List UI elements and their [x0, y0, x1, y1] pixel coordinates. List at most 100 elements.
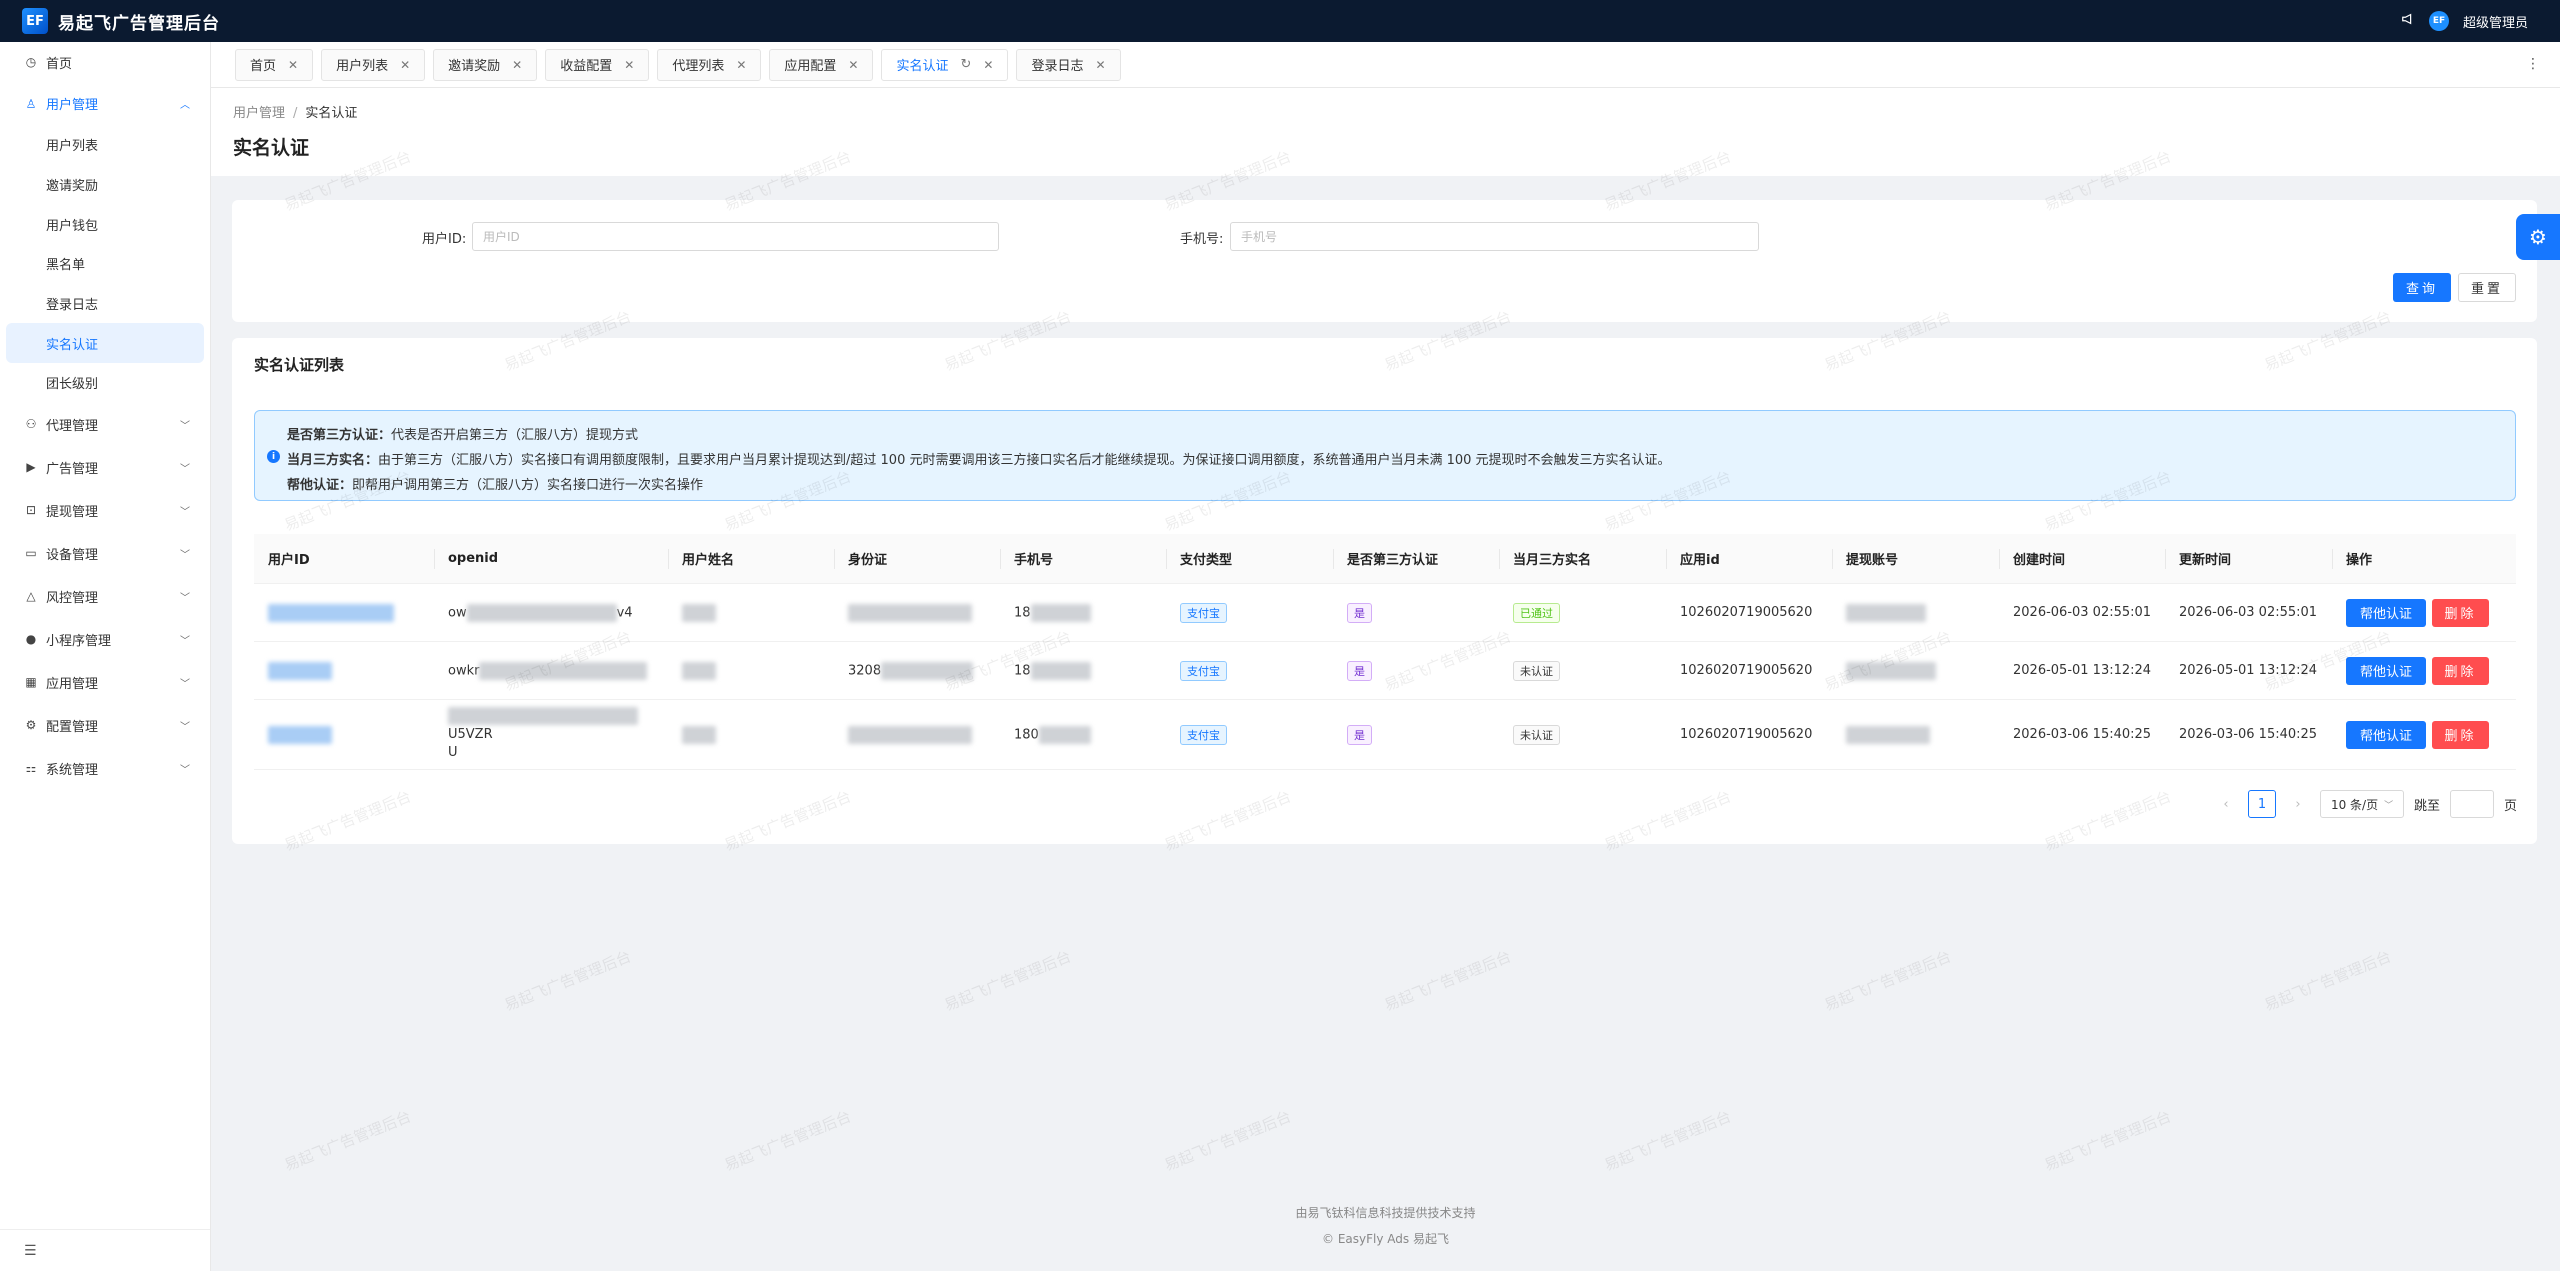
close-icon[interactable]: ✕	[400, 58, 410, 72]
month-status-tag: 未认证	[1513, 660, 1560, 681]
sidebar-item-apps[interactable]: ▦ 应用管理 ﹀	[0, 661, 210, 704]
phone-input[interactable]: 手机号	[1230, 222, 1759, 251]
prev-page-icon[interactable]: ‹	[2214, 797, 2238, 812]
page-suffix: 页	[2503, 798, 2517, 814]
sidebar-item-risk[interactable]: △ 风控管理 ﹀	[0, 575, 210, 618]
chevron-down-icon: ﹀	[180, 420, 190, 432]
third-party-tag: 是	[1347, 602, 1372, 623]
notification-megaphone-icon[interactable]	[2401, 12, 2415, 30]
sidebar-sub-leader-level[interactable]: 团长级别	[0, 363, 210, 403]
user-id-label: 用户ID:	[422, 232, 467, 247]
watermark-text: 易起飞广告管理后台	[501, 947, 634, 1015]
delete-button[interactable]: 删除	[2432, 598, 2489, 627]
user-id-link[interactable]	[268, 725, 332, 744]
close-icon[interactable]: ✕	[736, 58, 746, 72]
user-name[interactable]: 超级管理员	[2463, 12, 2528, 31]
sidebar-item-miniprogram[interactable]: ● 小程序管理 ﹀	[0, 618, 210, 661]
sidebar-item-home[interactable]: ◷ 首页	[0, 42, 210, 82]
close-icon[interactable]: ✕	[288, 58, 298, 72]
watermark-text: 易起飞广告管理后台	[2261, 947, 2394, 1015]
footer-copyright: © EasyFly Ads 易起飞	[1322, 1232, 1449, 1246]
close-icon[interactable]: ✕	[512, 58, 522, 72]
agent-icon: ⚇	[25, 417, 37, 432]
warning-icon: △	[26, 589, 36, 604]
close-icon[interactable]: ✕	[983, 58, 993, 72]
pay-type-tag: 支付宝	[1180, 660, 1227, 681]
sidebar-item-agent[interactable]: ⚇ 代理管理 ﹀	[0, 403, 210, 446]
tab-login-log[interactable]: 登录日志 ✕	[1016, 48, 1121, 81]
page-header: 用户管理 / 实名认证 实名认证	[211, 88, 2560, 176]
tab-bar: 首页 ✕ 用户列表 ✕ 邀请奖励 ✕ 收益配置 ✕ 代理列表 ✕ 应用配置 ✕ 实名认证 ↻ ✕…	[211, 42, 2560, 88]
tab-income-config[interactable]: 收益配置 ✕	[545, 48, 650, 81]
avatar[interactable]: EF	[2428, 11, 2449, 31]
sidebar-item-config[interactable]: ⚙ 配置管理 ﹀	[0, 704, 210, 747]
tab-agent-list[interactable]: 代理列表 ✕	[657, 48, 762, 81]
sidebar-item-user-management[interactable]: ♙ 用户管理 ︿	[0, 82, 210, 125]
tab-real-name-auth[interactable]: 实名认证 ↻ ✕	[881, 48, 1009, 81]
watermark-text: 易起飞广告管理后台	[1381, 947, 1514, 1015]
list-title: 实名认证列表	[254, 356, 345, 374]
close-icon[interactable]: ✕	[1095, 58, 1105, 72]
table-row: U5VZR U 180 支付宝 是 未认证 1026020719005620 20…	[254, 700, 2516, 770]
sidebar-item-ads[interactable]: ▶ 广告管理 ﹀	[0, 446, 210, 489]
more-vertical-icon[interactable]: ⋮	[2526, 56, 2540, 72]
tab-user-list[interactable]: 用户列表 ✕	[321, 48, 426, 81]
help-auth-button[interactable]: 帮他认证	[2346, 656, 2426, 685]
watermark-text: 易起飞广告管理后台	[1601, 1107, 1734, 1175]
page-size-select[interactable]: 10 条/页 ﹀	[2319, 790, 2404, 818]
watermark-text: 易起飞广告管理后台	[1821, 947, 1954, 1015]
jump-label: 跳至	[2413, 798, 2440, 814]
user-id-link[interactable]	[268, 661, 332, 680]
page-number-current[interactable]: 1	[2247, 790, 2276, 818]
refresh-icon[interactable]: ↻	[960, 57, 971, 72]
tab-home[interactable]: 首页 ✕	[235, 48, 314, 81]
wechat-icon: ●	[25, 632, 37, 647]
reset-button[interactable]: 重置	[2458, 273, 2516, 302]
sidebar-sub-user-wallet[interactable]: 用户钱包	[0, 204, 210, 244]
watermark-text: 易起飞广告管理后台	[281, 1107, 414, 1175]
delete-button[interactable]: 删除	[2432, 720, 2489, 749]
collapse-sidebar-icon[interactable]: ☰	[0, 1229, 210, 1271]
query-button[interactable]: 查询	[2393, 273, 2451, 302]
pay-type-tag: 支付宝	[1180, 724, 1227, 745]
chevron-down-icon: ﹀	[180, 549, 190, 561]
chevron-down-icon: ﹀	[180, 635, 190, 647]
next-page-icon[interactable]: ›	[2286, 797, 2310, 812]
jump-page-input[interactable]	[2449, 790, 2494, 818]
close-icon[interactable]: ✕	[624, 58, 634, 72]
sidebar-sub-user-list[interactable]: 用户列表	[0, 125, 210, 165]
chevron-down-icon: ﹀	[180, 764, 190, 776]
search-form: 用户ID: 用户ID 手机号: 手机号 查询 重置	[232, 200, 2537, 322]
sidebar-sub-blacklist[interactable]: 黑名单	[0, 244, 210, 284]
chevron-down-icon: ﹀	[180, 678, 190, 690]
sidebar-sub-real-name-auth[interactable]: 实名认证	[6, 323, 204, 364]
delete-button[interactable]: 删除	[2432, 656, 2489, 685]
help-auth-button[interactable]: 帮他认证	[2346, 598, 2426, 627]
watermark-text: 易起飞广告管理后台	[1161, 1107, 1294, 1175]
watermark-text: 易起飞广告管理后台	[941, 947, 1074, 1015]
user-icon: ♙	[25, 96, 37, 111]
sidebar-sub-invite-reward[interactable]: 邀请奖励	[0, 165, 210, 205]
dashboard-icon: ◷	[25, 55, 37, 69]
sidebar-item-devices[interactable]: ▭ 设备管理 ﹀	[0, 532, 210, 575]
user-id-input[interactable]: 用户ID	[472, 222, 999, 251]
table-header: 用户ID openid 用户姓名 身份证 手机号 支付类型 是否第三方认证 当月…	[254, 534, 2516, 584]
chevron-down-icon: ﹀	[180, 592, 190, 604]
user-id-link[interactable]	[268, 603, 394, 622]
tab-invite-reward[interactable]: 邀请奖励 ✕	[433, 48, 538, 81]
pay-type-tag: 支付宝	[1180, 602, 1227, 623]
close-icon[interactable]: ✕	[848, 58, 858, 72]
withdraw-icon: ⊡	[25, 503, 37, 518]
breadcrumb-parent[interactable]: 用户管理	[233, 106, 285, 121]
help-auth-button[interactable]: 帮他认证	[2346, 720, 2426, 749]
sidebar-item-withdraw[interactable]: ⊡ 提现管理 ﹀	[0, 489, 210, 532]
tab-app-config[interactable]: 应用配置 ✕	[769, 48, 874, 81]
sidebar: ◷ 首页 ♙ 用户管理 ︿ 用户列表 邀请奖励 用户钱包 黑名单 登录日志 实名…	[0, 42, 211, 1271]
sidebar-item-system[interactable]: ⚏ 系统管理 ﹀	[0, 747, 210, 790]
info-icon: i	[267, 450, 280, 463]
footer-support: 由易飞钛科信息科技提供技术支持	[1295, 1206, 1476, 1220]
chevron-up-icon: ︿	[180, 100, 190, 111]
sidebar-sub-login-log[interactable]: 登录日志	[0, 284, 210, 324]
settings-gear-icon[interactable]: ⚙	[2516, 214, 2560, 260]
chevron-down-icon: ﹀	[2384, 800, 2394, 811]
